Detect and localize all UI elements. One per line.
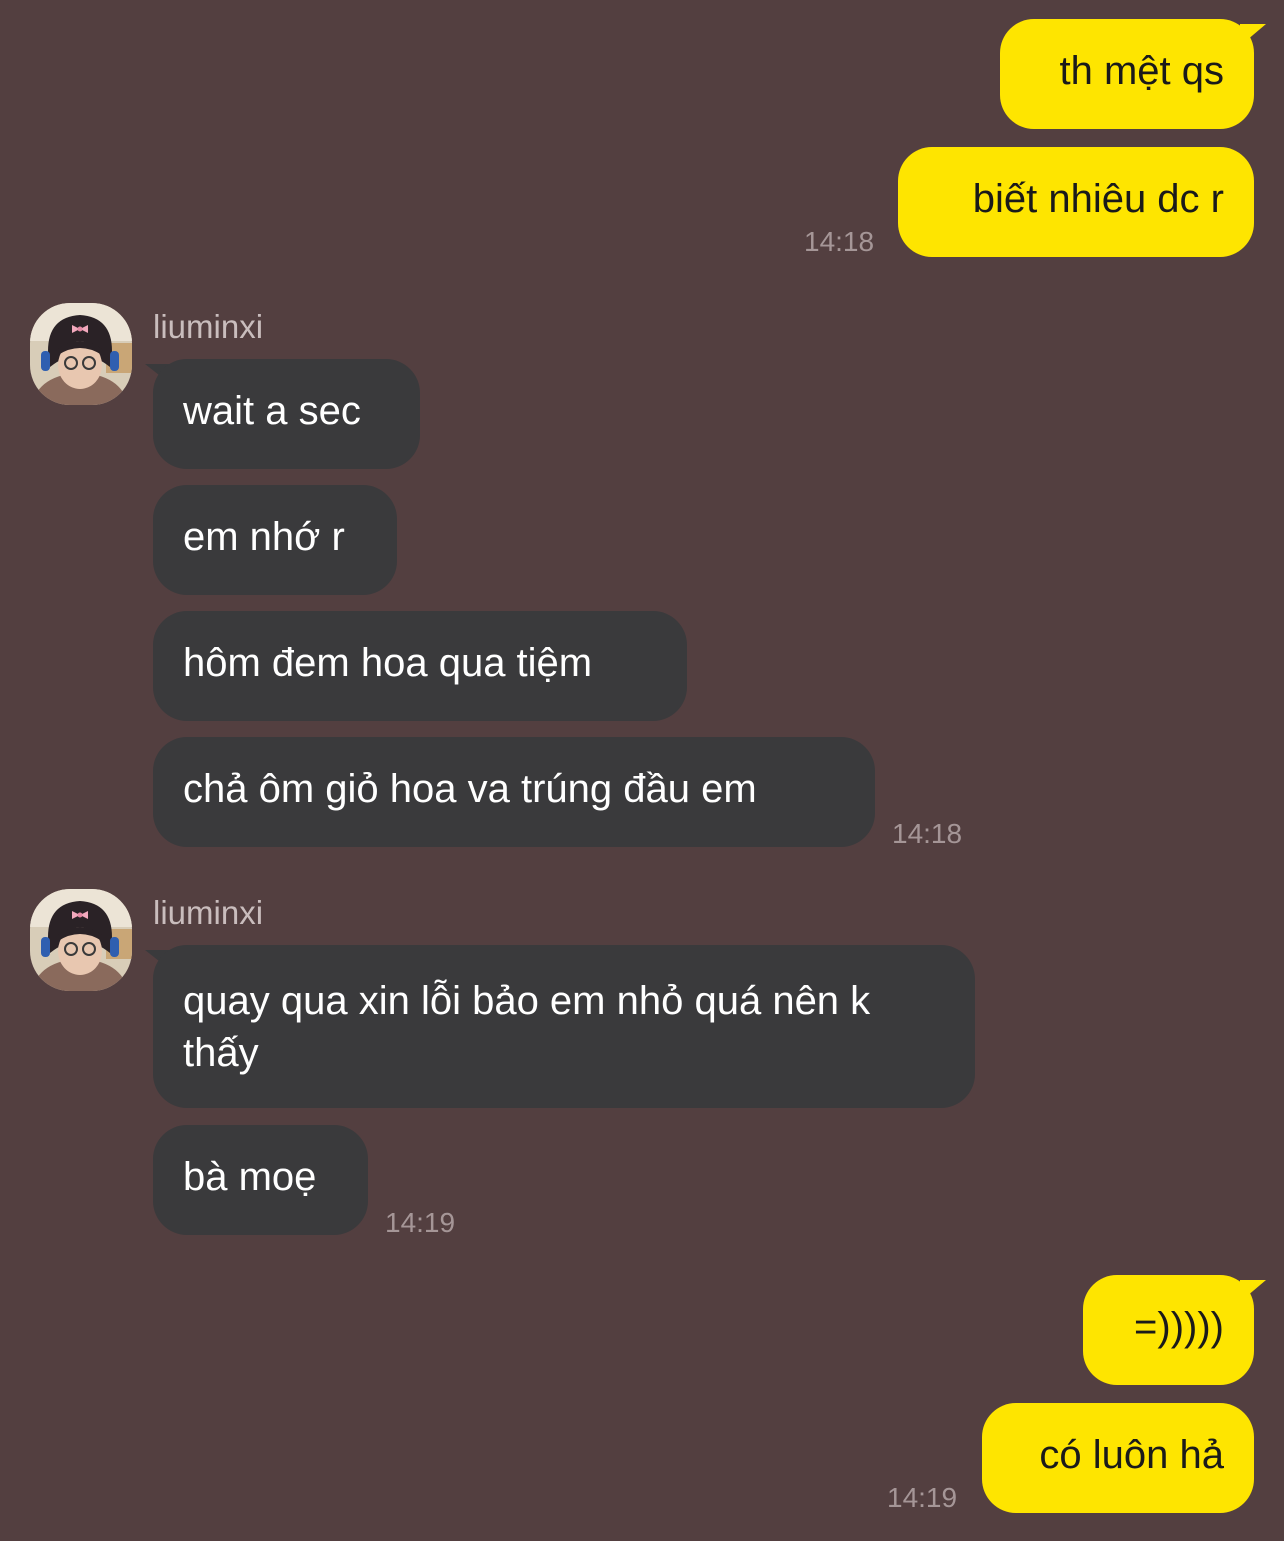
sender-name: liuminxi [153,894,264,931]
message-timestamp: 14:19 [887,1482,958,1513]
message-bubble-outgoing[interactable]: th mệt qs [1000,19,1254,129]
sender-avatar[interactable] [30,303,132,405]
message-timestamp: 14:18 [892,818,963,849]
sender-name: liuminxi [153,308,264,345]
profile-photo-icon [30,889,132,991]
sender-avatar[interactable] [30,889,132,991]
message-bubble-outgoing[interactable]: có luôn hả [982,1403,1254,1513]
message-timestamp: 14:19 [385,1207,456,1238]
message-bubble-incoming[interactable]: bà moẹ [153,1125,368,1235]
profile-photo-icon [30,303,132,405]
message-timestamp: 14:18 [804,226,875,257]
message-bubble-incoming[interactable]: quay qua xin lỗi bảo em nhỏ quá nên k th… [153,945,975,1108]
message-bubble-outgoing[interactable]: =))))) [1083,1275,1254,1385]
message-bubble-incoming[interactable]: hôm đem hoa qua tiệm [153,611,687,721]
message-bubble-outgoing[interactable]: biết nhiêu dc r [898,147,1254,257]
message-bubble-incoming[interactable]: em nhớ r [153,485,397,595]
message-bubble-incoming[interactable]: chả ôm giỏ hoa va trúng đầu em [153,737,875,847]
message-bubble-incoming[interactable]: wait a sec [153,359,420,469]
